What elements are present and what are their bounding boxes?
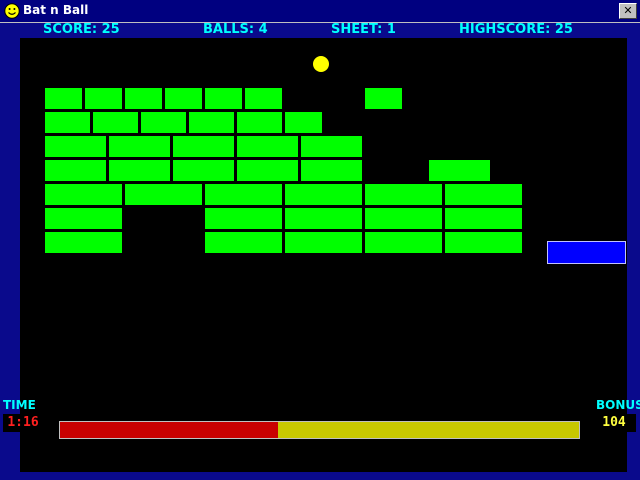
brick [445,184,522,205]
time-progress-bar [59,421,580,439]
bonus-label: BONUS [596,398,640,412]
bonus-value: 104 [592,414,636,432]
brick [445,208,522,229]
brick [285,232,362,253]
brick [45,136,106,157]
brick [93,112,138,133]
brick [205,184,282,205]
brick [301,160,362,181]
score-display: SCORE: 25 [43,22,120,37]
brick [173,136,234,157]
brick [445,232,522,253]
game-window: Bat n Ball ✕ SCORE: 25 BALLS: 4 SHEET: 1… [0,0,640,480]
brick [365,184,442,205]
brick [45,160,106,181]
brick [45,112,90,133]
brick [365,88,402,109]
brick [365,232,442,253]
brick [173,160,234,181]
brick [109,160,170,181]
brick [285,184,362,205]
brick [165,88,202,109]
brick [205,208,282,229]
brick [245,88,282,109]
brick [189,112,234,133]
brick [45,184,122,205]
brick [45,208,122,229]
brick [237,136,298,157]
brick [45,232,122,253]
close-button[interactable]: ✕ [619,3,637,19]
smiley-icon [4,3,20,19]
highscore-display: HIGHSCORE: 25 [459,22,573,37]
balls-display: BALLS: 4 [203,22,268,37]
brick [85,88,122,109]
brick [205,88,242,109]
brick [237,112,282,133]
brick [125,88,162,109]
brick [285,112,322,133]
title-bar: Bat n Ball ✕ [0,0,640,23]
bat-paddle[interactable] [547,241,626,264]
brick [125,184,202,205]
ball [313,56,329,72]
brick [237,160,298,181]
brick [45,88,82,109]
window-title: Bat n Ball [23,3,89,17]
sheet-display: SHEET: 1 [331,22,396,37]
brick [285,208,362,229]
brick [365,208,442,229]
brick [429,160,490,181]
time-progress-fill [60,422,278,438]
brick [205,232,282,253]
brick [109,136,170,157]
time-label: TIME [3,398,36,412]
time-value: 1:16 [3,414,43,432]
brick [301,136,362,157]
brick [141,112,186,133]
